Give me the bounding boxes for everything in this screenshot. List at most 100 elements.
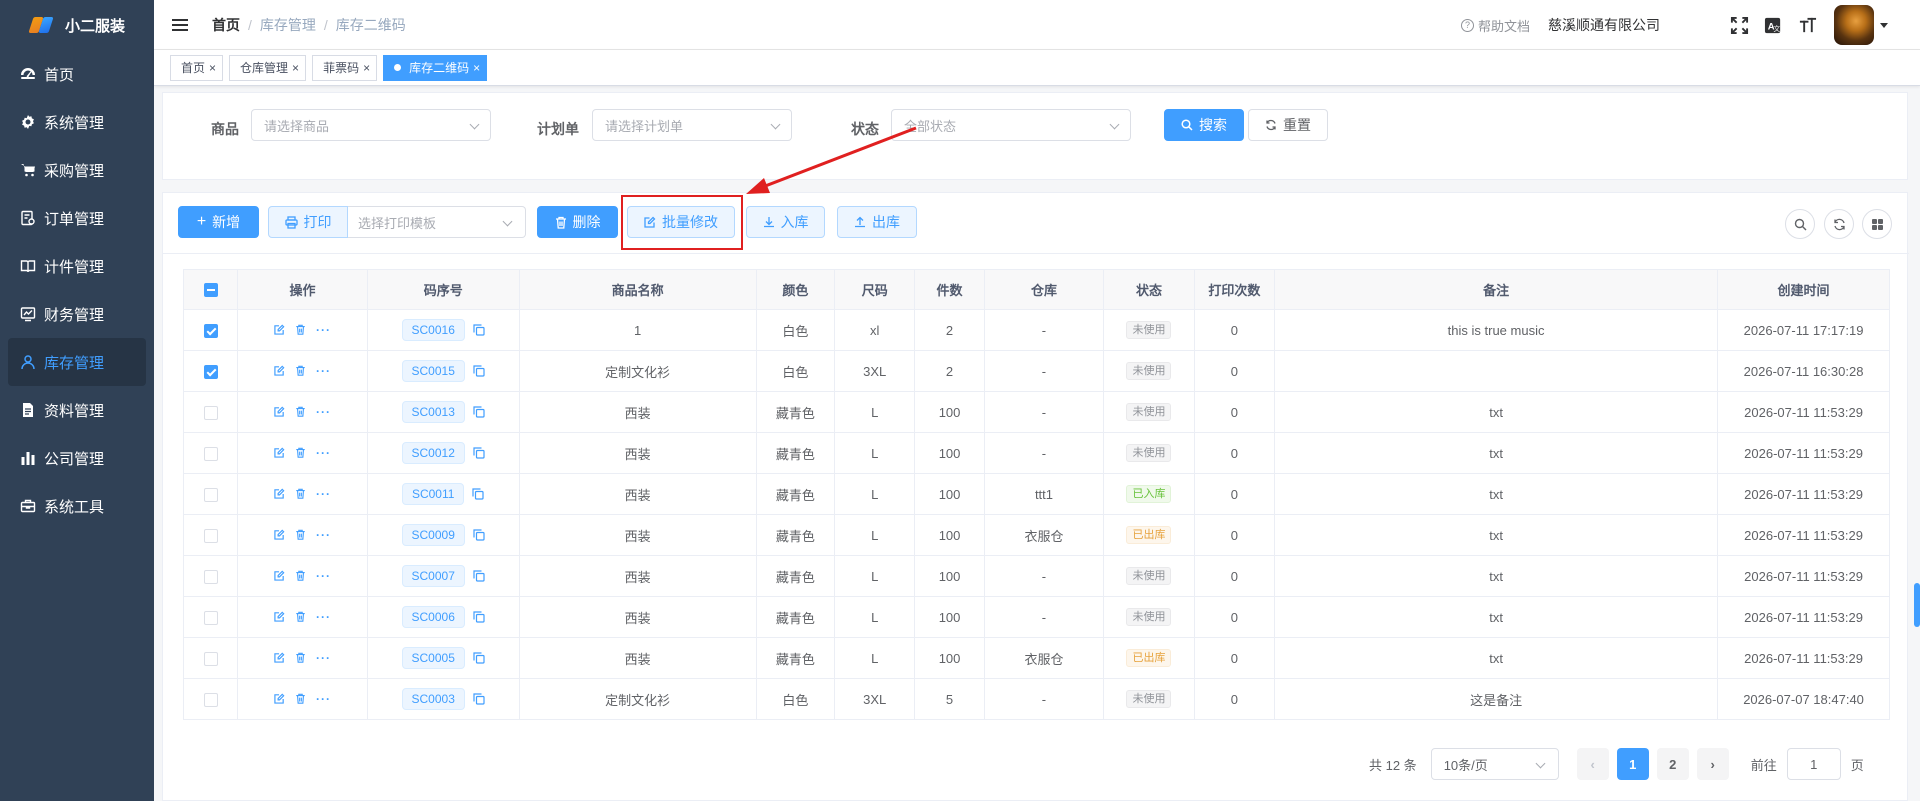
delete-icon[interactable] (295, 528, 306, 543)
row-checkbox[interactable] (203, 528, 218, 543)
search-button[interactable]: 搜索 (1164, 109, 1244, 141)
copy-icon[interactable] (473, 324, 485, 336)
stock-in-button[interactable]: 入库 (746, 206, 825, 238)
more-icon[interactable]: ··· (316, 405, 331, 419)
refresh-icon[interactable] (1824, 209, 1854, 239)
row-checkbox[interactable] (203, 487, 218, 502)
copy-icon[interactable] (473, 529, 485, 541)
more-icon[interactable]: ··· (316, 487, 331, 501)
app-logo[interactable]: 小二服装 (0, 0, 154, 50)
edit-icon[interactable] (274, 446, 285, 461)
breadcrumb-home[interactable]: 首页 (212, 15, 240, 35)
sidebar-item-6[interactable]: 库存管理 (8, 338, 146, 386)
sidebar-item-2[interactable]: 采购管理 (0, 146, 154, 194)
row-checkbox[interactable] (203, 446, 218, 461)
more-icon[interactable]: ··· (316, 569, 331, 583)
row-checkbox[interactable] (203, 651, 218, 666)
copy-icon[interactable] (473, 652, 485, 664)
sidebar-item-4[interactable]: 计件管理 (0, 242, 154, 290)
add-button[interactable]: + 新增 (178, 206, 259, 238)
delete-icon[interactable] (295, 692, 306, 707)
plan-select[interactable]: 请选择计划单 (592, 109, 792, 141)
product-select[interactable]: 请选择商品 (251, 109, 491, 141)
more-icon[interactable]: ··· (316, 528, 331, 542)
stock-out-button[interactable]: 出库 (837, 206, 917, 238)
page-size-select[interactable]: 10条/页 (1430, 748, 1559, 780)
font-size-icon[interactable] (1790, 8, 1824, 42)
copy-icon[interactable] (473, 406, 485, 418)
more-icon[interactable]: ··· (316, 364, 331, 378)
row-checkbox[interactable] (203, 323, 218, 338)
delete-icon[interactable] (295, 323, 306, 338)
edit-icon[interactable] (274, 364, 285, 379)
tab-2[interactable]: 菲票码 × (312, 54, 378, 81)
page-2-button[interactable]: 2 (1656, 748, 1689, 780)
batch-edit-button[interactable]: 批量修改 (627, 206, 735, 238)
close-icon[interactable]: × (363, 61, 370, 75)
help-docs-link[interactable]: ? 帮助文档 (1460, 16, 1530, 35)
more-icon[interactable]: ··· (316, 446, 331, 460)
row-checkbox[interactable] (203, 405, 218, 420)
row-checkbox[interactable] (203, 692, 218, 707)
fullscreen-icon[interactable] (1722, 8, 1756, 42)
close-icon[interactable]: × (292, 61, 299, 75)
copy-icon[interactable] (473, 611, 485, 623)
more-icon[interactable]: ··· (316, 692, 331, 706)
status-select[interactable]: 全部状态 (891, 109, 1131, 141)
prev-page-button[interactable]: ‹ (1576, 748, 1609, 780)
search-toggle-icon[interactable] (1785, 209, 1815, 239)
copy-icon[interactable] (473, 570, 485, 582)
delete-button[interactable]: 删除 (537, 206, 618, 238)
print-button[interactable]: 打印 (268, 206, 348, 238)
delete-icon[interactable] (295, 569, 306, 584)
edit-icon[interactable] (274, 323, 285, 338)
edit-icon[interactable] (274, 487, 285, 502)
translate-icon[interactable]: A文 (1756, 8, 1790, 42)
edit-icon[interactable] (274, 405, 285, 420)
delete-icon[interactable] (295, 487, 306, 502)
sidebar-item-5[interactable]: 财务管理 (0, 290, 154, 338)
edit-icon[interactable] (274, 651, 285, 666)
tab-0[interactable]: 首页 × (170, 54, 224, 81)
more-icon[interactable]: ··· (316, 651, 331, 665)
row-checkbox[interactable] (203, 569, 218, 584)
row-checkbox[interactable] (203, 364, 218, 379)
page-1-button[interactable]: 1 (1616, 748, 1649, 780)
close-icon[interactable]: × (473, 61, 480, 75)
delete-icon[interactable] (295, 405, 306, 420)
select-all-checkbox[interactable] (203, 283, 218, 298)
sidebar-item-7[interactable]: 资料管理 (0, 386, 154, 434)
edit-icon[interactable] (274, 692, 285, 707)
hamburger-icon[interactable] (172, 16, 188, 34)
more-icon[interactable]: ··· (316, 323, 331, 337)
copy-icon[interactable] (472, 488, 485, 500)
reset-button[interactable]: 重置 (1248, 109, 1328, 141)
sidebar-item-0[interactable]: 首页 (0, 50, 154, 98)
copy-icon[interactable] (473, 693, 485, 705)
edit-icon[interactable] (274, 610, 285, 625)
copy-icon[interactable] (473, 365, 485, 377)
sidebar-item-8[interactable]: 公司管理 (0, 434, 154, 482)
goto-page-input[interactable] (1786, 748, 1841, 780)
edit-icon[interactable] (274, 569, 285, 584)
page-scrollbar[interactable] (1914, 583, 1920, 627)
next-page-button[interactable]: › (1696, 748, 1729, 780)
more-icon[interactable]: ··· (316, 610, 331, 624)
sidebar-item-9[interactable]: 系统工具 (0, 482, 154, 530)
sidebar-item-3[interactable]: 订单管理 (0, 194, 154, 242)
delete-icon[interactable] (295, 364, 306, 379)
user-avatar[interactable] (1834, 5, 1874, 45)
grid-icon[interactable] (1862, 209, 1892, 239)
close-icon[interactable]: × (209, 61, 216, 75)
copy-icon[interactable] (473, 447, 485, 459)
edit-icon[interactable] (274, 528, 285, 543)
tab-3[interactable]: 库存二维码 × (383, 54, 488, 81)
row-checkbox[interactable] (203, 610, 218, 625)
caret-down-icon[interactable] (1880, 22, 1888, 28)
delete-icon[interactable] (295, 610, 306, 625)
delete-icon[interactable] (295, 446, 306, 461)
tab-1[interactable]: 仓库管理 × (229, 54, 307, 81)
sidebar-item-1[interactable]: 系统管理 (0, 98, 154, 146)
delete-icon[interactable] (295, 651, 306, 666)
print-template-select[interactable]: 选择打印模板 (348, 206, 526, 238)
